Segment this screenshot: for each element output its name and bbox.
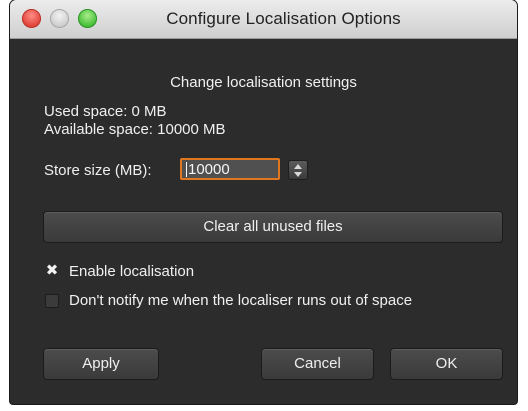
available-space-text: Available space: 10000 MB (44, 121, 226, 138)
zoom-window-button[interactable] (78, 9, 97, 28)
apply-button[interactable]: Apply (43, 348, 159, 380)
stepper-up-icon[interactable] (294, 164, 302, 169)
ok-button[interactable]: OK (390, 348, 503, 380)
window-title: Configure Localisation Options (166, 9, 401, 28)
stepper-down-icon[interactable] (294, 172, 302, 177)
x-check-icon: ✖ (45, 262, 59, 279)
store-size-stepper[interactable] (288, 160, 308, 180)
title-bar[interactable]: Configure Localisation Options (10, 0, 517, 39)
dont-notify-label[interactable]: Don't notify me when the localiser runs … (69, 292, 412, 309)
settings-heading: Change localisation settings (170, 74, 357, 91)
enable-localisation-label[interactable]: Enable localisation (69, 263, 194, 280)
store-size-label: Store size (MB): (44, 162, 152, 179)
clear-unused-files-button[interactable]: Clear all unused files (43, 211, 503, 243)
close-window-button[interactable] (22, 9, 41, 28)
dont-notify-checkbox[interactable] (45, 294, 59, 308)
used-space-text: Used space: 0 MB (44, 103, 167, 120)
store-size-input[interactable]: 10000 (180, 158, 280, 180)
enable-localisation-checkbox[interactable]: ✖ (45, 262, 59, 279)
cancel-button[interactable]: Cancel (261, 348, 374, 380)
minimize-window-button[interactable] (50, 9, 69, 28)
dialog-window: Configure Localisation Options Change lo… (10, 0, 517, 404)
